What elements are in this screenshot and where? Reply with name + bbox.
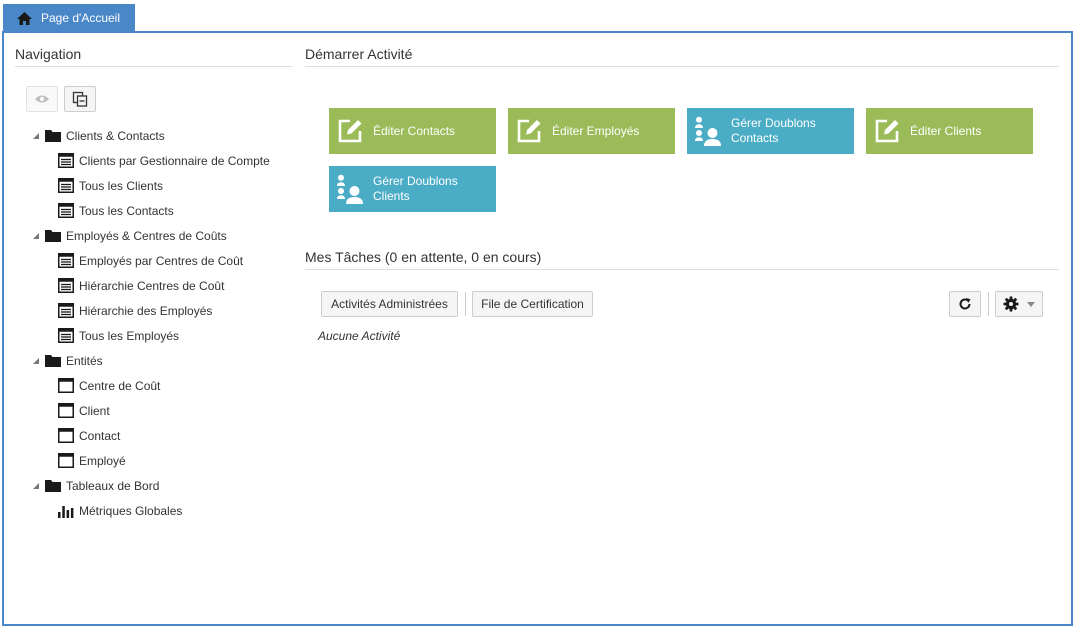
tile-label: Gérer Doublons Clients <box>373 174 458 203</box>
certification-queue-button[interactable]: File de Certification <box>472 291 593 317</box>
tree-item[interactable]: Contact <box>58 423 120 448</box>
expand-arrow-icon[interactable] <box>32 132 40 140</box>
tile-label: Éditer Contacts <box>373 123 456 138</box>
window-icon <box>58 403 74 418</box>
tree-folder-label: Entités <box>66 353 103 368</box>
edit-clients-tile[interactable]: Éditer Clients <box>866 108 1033 154</box>
tree-item-label: Clients par Gestionnaire de Compte <box>79 153 270 168</box>
tree-item[interactable]: Hiérarchie des Employés <box>58 298 212 323</box>
manage-duplicate-contacts-tile[interactable]: Gérer Doublons Contacts <box>687 108 854 154</box>
expand-arrow-icon[interactable] <box>32 357 40 365</box>
tree-item[interactable]: Hiérarchie Centres de Coût <box>58 273 224 298</box>
list-icon <box>58 203 74 218</box>
tree-item-label: Client <box>79 403 110 418</box>
toolbar-separator <box>988 292 989 316</box>
tree-item-label: Employé <box>79 453 126 468</box>
list-icon <box>58 178 74 193</box>
home-icon <box>17 11 32 25</box>
tasks-title: Mes Tâches (0 en attente, 0 en cours) <box>305 249 542 265</box>
tree-folder-label: Clients & Contacts <box>66 128 165 143</box>
tree-item[interactable]: Tous les Employés <box>58 323 179 348</box>
folder-icon <box>45 229 61 242</box>
edit-icon <box>874 118 900 144</box>
toolbar-separator <box>465 292 466 316</box>
tile-label: Gérer Doublons Contacts <box>731 116 816 145</box>
start-activity-divider <box>305 66 1059 67</box>
window-icon <box>58 378 74 393</box>
navigation-title: Navigation <box>15 46 82 62</box>
tree-item[interactable]: Tous les Contacts <box>58 198 174 223</box>
refresh-button[interactable] <box>949 291 981 317</box>
settings-dropdown-button[interactable] <box>995 291 1043 317</box>
tree-item-label: Contact <box>79 428 121 443</box>
tree-item-label: Métriques Globales <box>79 503 183 518</box>
window-icon <box>58 428 74 443</box>
tree-item[interactable]: Employés par Centres de Coût <box>58 248 243 273</box>
tree-item-label: Centre de Coût <box>79 378 161 393</box>
bar-chart-icon <box>58 503 74 518</box>
tree-item-label: Hiérarchie des Employés <box>79 303 213 318</box>
empty-tasks-label: Aucune Activité <box>318 329 401 343</box>
manage-duplicate-clients-tile[interactable]: Gérer Doublons Clients <box>329 166 496 212</box>
collapse-all-icon <box>72 91 88 107</box>
tab-home[interactable]: Page d'Accueil <box>3 4 135 32</box>
caret-down-icon <box>1027 301 1035 307</box>
list-icon <box>58 153 74 168</box>
list-icon <box>58 303 74 318</box>
expand-arrow-icon[interactable] <box>32 232 40 240</box>
tab-bar: Page d'Accueil <box>0 0 1075 32</box>
tree-item[interactable]: Centre de Coût <box>58 373 160 398</box>
tree-item-label: Hiérarchie Centres de Coût <box>79 278 225 293</box>
tasks-divider <box>305 269 1059 270</box>
tree-folder[interactable]: Employés & Centres de Coûts <box>32 223 227 248</box>
edit-employees-tile[interactable]: Éditer Employés <box>508 108 675 154</box>
tree-item[interactable]: Employé <box>58 448 126 473</box>
window-icon <box>58 453 74 468</box>
tree-folder-label: Tableaux de Bord <box>66 478 160 493</box>
edit-contacts-tile[interactable]: Éditer Contacts <box>329 108 496 154</box>
folder-icon <box>45 479 61 492</box>
tree-item[interactable]: Clients par Gestionnaire de Compte <box>58 148 270 173</box>
tree-item-label: Employés par Centres de Coût <box>79 253 244 268</box>
tree-folder[interactable]: Entités <box>32 348 103 373</box>
tile-label: Éditer Employés <box>552 123 640 138</box>
tree-folder[interactable]: Clients & Contacts <box>32 123 165 148</box>
edit-icon <box>337 118 363 144</box>
tab-label: Page d'Accueil <box>41 11 121 25</box>
tree-folder-label: Employés & Centres de Coûts <box>66 228 227 243</box>
eye-icon <box>35 95 49 103</box>
list-icon <box>58 328 74 343</box>
refresh-icon <box>959 298 971 310</box>
tile-label: Éditer Clients <box>910 123 982 138</box>
folder-icon <box>45 129 61 142</box>
expand-arrow-icon[interactable] <box>32 482 40 490</box>
list-icon <box>58 278 74 293</box>
collapse-all-button[interactable] <box>64 86 96 112</box>
tree-item[interactable]: Métriques Globales <box>58 498 182 523</box>
administered-activities-button[interactable]: Activités Administrées <box>321 291 458 317</box>
list-icon <box>58 253 74 268</box>
tree-folder[interactable]: Tableaux de Bord <box>32 473 159 498</box>
tree-item-label: Tous les Employés <box>79 328 180 343</box>
tree-item[interactable]: Tous les Clients <box>58 173 163 198</box>
users-icon <box>695 116 721 146</box>
users-icon <box>337 174 363 204</box>
tree-item-label: Tous les Clients <box>79 178 164 193</box>
show-button[interactable] <box>26 86 58 112</box>
navigation-toolbar <box>26 86 96 112</box>
gear-icon <box>1003 296 1019 312</box>
edit-icon <box>516 118 542 144</box>
tree-item[interactable]: Client <box>58 398 110 423</box>
tree-item-label: Tous les Contacts <box>79 203 174 218</box>
folder-icon <box>45 354 61 367</box>
navigation-divider <box>15 66 292 67</box>
start-activity-title: Démarrer Activité <box>305 46 413 62</box>
